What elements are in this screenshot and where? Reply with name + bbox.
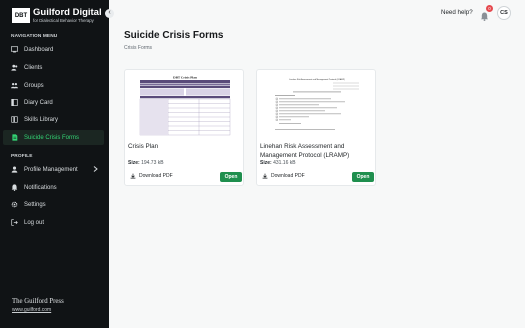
brand-subtitle: for Dialectical Behavior Therapy: [33, 17, 94, 23]
sidebar-item-label: Dashboard: [24, 46, 54, 53]
sidebar-item-label: Notifications: [24, 184, 57, 191]
sidebar-item-label: Groups: [24, 82, 44, 89]
thumb-heading: Linehan Risk Assessment and Management P…: [289, 78, 345, 81]
users-icon: [11, 64, 18, 71]
chevron-left-icon: ‹: [108, 9, 111, 16]
pdf-thumbnail[interactable]: DBT Crisis Plan: [139, 74, 231, 136]
open-button[interactable]: Open: [352, 172, 374, 182]
sidebar-item-skills-library[interactable]: Skills Library: [3, 112, 104, 127]
sidebar-item-label: Suicide Crisis Forms: [24, 134, 80, 141]
group-icon: [11, 82, 18, 89]
thumb-heading: DBT Crisis Plan: [173, 76, 197, 80]
download-pdf-link[interactable]: Download PDF: [262, 173, 305, 179]
publisher-name: The Guilford Press: [12, 298, 64, 305]
pdf-thumbnail[interactable]: Linehan Risk Assessment and Management P…: [271, 74, 363, 136]
book-icon: [11, 116, 18, 123]
crisis-form-icon: [11, 134, 18, 141]
brand-title: Guilford Digital: [33, 7, 102, 19]
sidebar-item-label: Diary Card: [24, 99, 53, 106]
form-title: Crisis Plan: [128, 143, 159, 150]
sidebar-item-diary-card[interactable]: Diary Card: [3, 95, 104, 110]
gear-icon: [11, 201, 18, 208]
download-icon: [262, 173, 268, 179]
page-title: Suicide Crisis Forms: [124, 30, 224, 41]
crisis-plan-preview: DBT Crisis Plan: [139, 74, 231, 136]
collapse-sidebar-button[interactable]: ‹: [105, 9, 114, 18]
form-card-lramp: Linehan Risk Assessment and Management P…: [256, 69, 376, 186]
nav-menu-header: NAVIGATION MENU: [11, 34, 58, 39]
sidebar: DBT Guilford Digital for Dialectical Beh…: [0, 0, 109, 328]
file-size: Size: 431.16 kB: [260, 160, 296, 166]
breadcrumb: Crisis Forms: [124, 45, 153, 51]
sidebar-item-profile-management[interactable]: Profile Management: [3, 162, 104, 177]
sidebar-item-logout[interactable]: Log out: [3, 215, 104, 230]
sidebar-item-settings[interactable]: Settings: [3, 197, 104, 212]
dbt-logo: DBT: [12, 8, 30, 23]
logout-icon: [11, 219, 18, 226]
chevron-right-icon: [93, 166, 98, 174]
publisher-link[interactable]: www.guilford.com: [12, 307, 51, 313]
lramp-preview: Linehan Risk Assessment and Management P…: [271, 74, 363, 136]
sidebar-item-suicide-crisis-forms[interactable]: Suicide Crisis Forms: [3, 130, 104, 145]
sidebar-item-groups[interactable]: Groups: [3, 78, 104, 93]
sidebar-item-clients[interactable]: Clients: [3, 60, 104, 75]
sidebar-item-notifications[interactable]: Notifications: [3, 180, 104, 195]
sidebar-item-label: Profile Management: [24, 166, 78, 173]
download-pdf-link[interactable]: Download PDF: [130, 173, 173, 179]
sidebar-item-label: Log out: [24, 219, 45, 226]
brand[interactable]: DBT Guilford Digital for Dialectical Beh…: [12, 8, 102, 23]
profile-header: PROFILE: [11, 154, 33, 159]
form-card-crisis-plan: DBT Crisis Plan Crisis Plan Size: 194.73…: [124, 69, 244, 186]
download-icon: [130, 173, 136, 179]
sidebar-item-label: Settings: [24, 201, 46, 208]
dashboard-icon: [11, 46, 18, 53]
sidebar-item-dashboard[interactable]: Dashboard: [3, 42, 104, 57]
open-button[interactable]: Open: [220, 172, 242, 182]
sidebar-item-label: Clients: [24, 64, 43, 71]
sidebar-item-label: Skills Library: [24, 116, 59, 123]
bell-icon: [11, 184, 18, 191]
file-size: Size: 194.73 kB: [128, 160, 164, 166]
user-icon: [11, 166, 18, 173]
diary-card-icon: [11, 99, 18, 106]
notification-count-badge: 0: [486, 5, 493, 12]
avatar[interactable]: CS: [497, 6, 511, 20]
help-link[interactable]: Need help?: [441, 9, 473, 16]
form-title: Linehan Risk Assessment and Management P…: [260, 143, 350, 160]
